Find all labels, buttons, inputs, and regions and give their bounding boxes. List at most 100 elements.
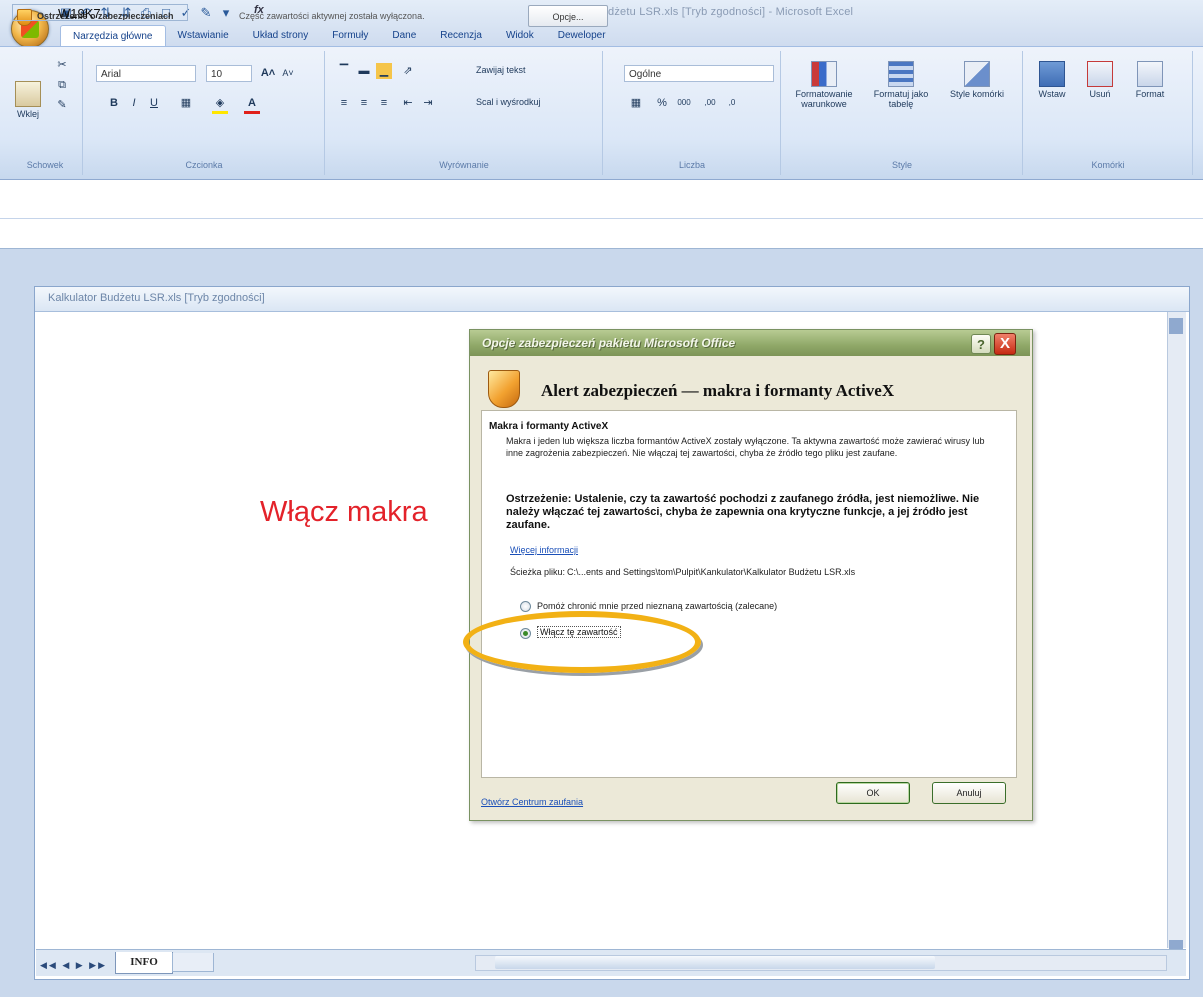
format-cells-icon: [1137, 61, 1163, 87]
group-label: Style: [891, 160, 912, 170]
cell-text: Włącz makra: [260, 496, 428, 528]
tab-view[interactable]: Widok: [494, 25, 546, 46]
tab-page-layout[interactable]: Układ strony: [241, 25, 321, 46]
align-center-icon[interactable]: ≡: [356, 95, 372, 111]
group-number: Ogólne ▦ % 000 ,00 ,0 Liczba: [604, 51, 781, 175]
tab-data[interactable]: Dane: [380, 25, 428, 46]
tab-review[interactable]: Recenzja: [428, 25, 494, 46]
paste-icon: [15, 81, 41, 107]
wrap-text-button[interactable]: Zawijaj tekst: [476, 65, 526, 75]
group-font: Arial 10 A˄ A˅ B I U ▦ ◈ A Czcionka: [84, 51, 325, 175]
group-label: Czcionka: [185, 160, 223, 170]
section-description: Makra i jeden lub większa liczba formant…: [506, 436, 985, 458]
align-top-icon[interactable]: ▔: [336, 63, 352, 79]
workbook-title: Kalkulator Budżetu LSR.xls [Tryb zgodnoś…: [48, 292, 265, 304]
tab-formulas[interactable]: Formuły: [320, 25, 380, 46]
close-icon[interactable]: X: [994, 333, 1016, 355]
security-warning-text: Ostrzeżenie: Ustalenie, czy ta zawartość…: [506, 493, 980, 531]
format-painter-icon[interactable]: ✎: [54, 97, 70, 113]
fill-color-icon[interactable]: ◈: [212, 95, 228, 114]
group-label: Schowek: [26, 160, 64, 170]
font-color-icon[interactable]: A: [244, 95, 260, 114]
shield-icon: [488, 370, 520, 408]
protect-radio[interactable]: [520, 601, 531, 612]
cut-icon[interactable]: ✂: [54, 57, 70, 73]
help-icon[interactable]: ?: [971, 334, 991, 354]
grow-font-icon[interactable]: A˄: [260, 65, 276, 81]
format-as-table-button[interactable]: Formatuj jako tabelę: [866, 61, 936, 109]
group-cells: Wstaw Usuń Format Komórki: [1024, 51, 1193, 175]
border-icon[interactable]: ▦: [178, 95, 194, 111]
trust-center-link[interactable]: Otwórz Centrum zaufania: [481, 797, 583, 807]
increase-decimal-icon[interactable]: ,00: [702, 95, 718, 111]
sheet-tab-info[interactable]: INFO: [115, 952, 173, 974]
ribbon-tabs: Narzędzia główne Wstawianie Układ strony…: [60, 25, 618, 48]
group-alignment: ▔ ▬ ▁ ⇗ ≡ ≡ ≡ ⇤ ⇥ Zawijaj tekst Scal i w…: [326, 51, 603, 175]
group-label: Komórki: [1091, 160, 1125, 170]
tab-insert[interactable]: Wstawianie: [166, 25, 241, 46]
cell-styles-button[interactable]: Style komórki: [942, 61, 1012, 99]
decrease-indent-icon[interactable]: ⇤: [400, 95, 416, 111]
insert-cells-button[interactable]: Wstaw: [1032, 61, 1072, 99]
highlight-ellipse: [463, 611, 701, 673]
italic-icon[interactable]: I: [126, 95, 142, 111]
horizontal-scroll-thumb[interactable]: [495, 956, 935, 969]
align-middle-icon[interactable]: ▬: [356, 63, 372, 79]
group-label: Wyrównanie: [439, 160, 489, 170]
percent-icon[interactable]: %: [654, 95, 670, 111]
paste-button[interactable]: Wklej: [10, 81, 46, 119]
conditional-formatting-button[interactable]: Formatowanie warunkowe: [786, 61, 862, 109]
security-warning-message: Część zawartości aktywnej została wyłącz…: [239, 11, 425, 21]
tab-developer[interactable]: Deweloper: [546, 25, 618, 46]
dialog-title: Opcje zabezpieczeń pakietu Microsoft Off…: [482, 336, 736, 350]
insert-cells-icon: [1039, 61, 1065, 87]
font-size-select[interactable]: 10: [206, 65, 252, 82]
decrease-decimal-icon[interactable]: ,0: [724, 95, 740, 111]
group-styles: Formatowanie warunkowe Formatuj jako tab…: [782, 51, 1023, 175]
file-path-value: C:\...ents and Settings\tom\Pulpit\Kanku…: [567, 567, 856, 577]
group-clipboard: Wklej ✂ ⧉ ✎ Schowek: [8, 51, 83, 175]
copy-icon[interactable]: ⧉: [54, 77, 70, 93]
insert-function-icon[interactable]: fx: [254, 4, 264, 16]
underline-icon[interactable]: U: [146, 95, 162, 111]
merge-center-button[interactable]: Scal i wyśrodkuj: [476, 97, 541, 107]
currency-icon[interactable]: ▦: [628, 95, 644, 111]
dropdown-icon[interactable]: ▾: [218, 5, 234, 21]
cell-styles-icon: [964, 61, 990, 87]
paint-icon[interactable]: ✎: [198, 5, 214, 21]
security-message-bar: [0, 184, 1203, 219]
ribbon: Wklej ✂ ⧉ ✎ Schowek Arial 10 A˄ A˅ B I U…: [0, 46, 1203, 180]
conditional-formatting-icon: [811, 61, 837, 87]
orientation-icon[interactable]: ⇗: [400, 63, 416, 79]
delete-cells-button[interactable]: Usuń: [1080, 61, 1120, 99]
format-cells-button[interactable]: Format: [1128, 61, 1172, 99]
dialog-heading: Alert zabezpieczeń — makra i formanty Ac…: [541, 381, 895, 400]
sheet-navigation-icons[interactable]: ◀◀ ◀ ▶ ▶▶: [40, 960, 107, 971]
dialog-content-panel: [481, 410, 1017, 778]
group-label: Liczba: [678, 160, 705, 170]
file-path-label: Ścieżka pliku:: [510, 567, 566, 577]
ok-button[interactable]: OK: [836, 782, 910, 804]
cancel-button[interactable]: Anuluj: [932, 782, 1006, 804]
font-name-select[interactable]: Arial: [96, 65, 196, 82]
security-options-button[interactable]: Opcje...: [528, 5, 608, 27]
format-table-icon: [888, 61, 914, 87]
align-bottom-icon[interactable]: ▁: [376, 63, 392, 79]
protect-option-label[interactable]: Pomóż chronić mnie przed nieznaną zawart…: [537, 601, 777, 611]
align-left-icon[interactable]: ≡: [336, 95, 352, 111]
more-info-link[interactable]: Więcej informacji: [510, 545, 578, 555]
insert-sheet-icon[interactable]: [172, 953, 214, 972]
section-title: Makra i formanty ActiveX: [489, 421, 609, 432]
delete-cells-icon: [1087, 61, 1113, 87]
thousands-icon[interactable]: 000: [676, 95, 692, 111]
shrink-font-icon[interactable]: A˅: [280, 65, 296, 81]
number-format-select[interactable]: Ogólne: [624, 65, 774, 82]
name-box[interactable]: W19K7: [12, 4, 188, 21]
scroll-up-button[interactable]: [1169, 318, 1183, 334]
increase-indent-icon[interactable]: ⇥: [420, 95, 436, 111]
bold-icon[interactable]: B: [106, 95, 122, 111]
tab-home[interactable]: Narzędzia główne: [60, 25, 166, 48]
align-right-icon[interactable]: ≡: [376, 95, 392, 111]
formula-bar: [0, 222, 1203, 249]
vertical-scrollbar[interactable]: [1167, 312, 1186, 948]
